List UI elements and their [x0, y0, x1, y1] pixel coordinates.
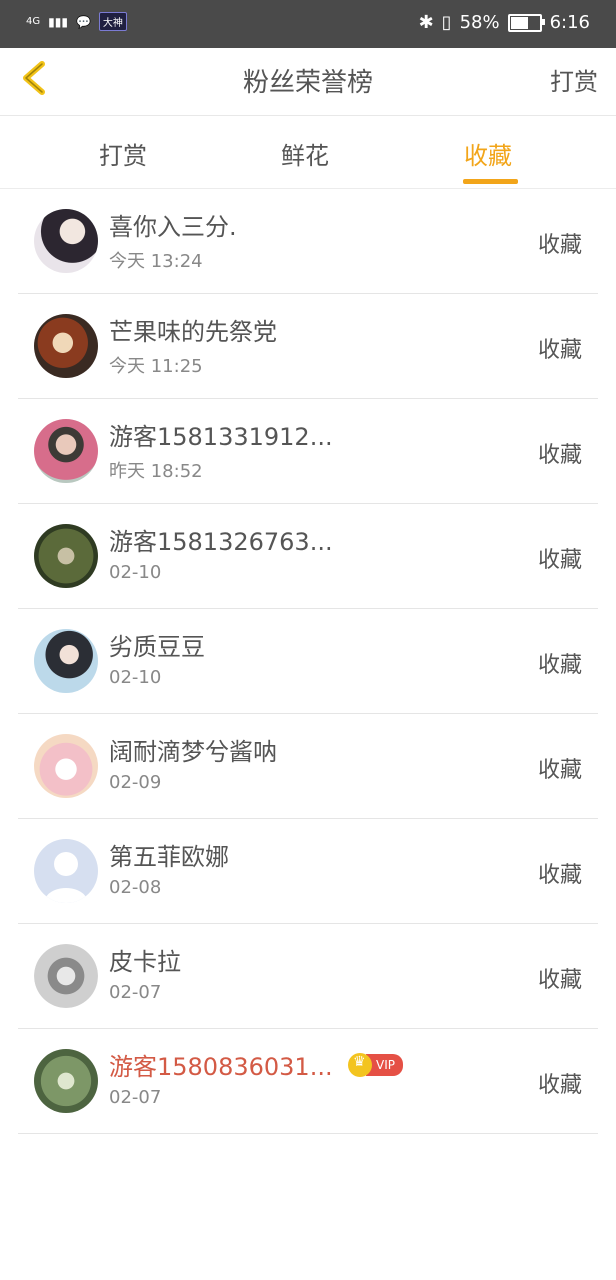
avatar [34, 419, 98, 483]
clock: 6:16 [549, 12, 590, 33]
action-label: 收藏 [537, 758, 582, 783]
crown-icon [348, 1053, 372, 1077]
action-label: 收藏 [537, 1073, 582, 1098]
list-item[interactable]: 游客1580836031... VIP 02-07 收藏 [18, 1029, 598, 1134]
battery-percent: 58% [459, 12, 500, 33]
status-bar: 4G ▮▮▮ 💬 大神 ✱ ▯ 58% 6:16 [0, 0, 616, 48]
timestamp: 今天 11:25 [109, 356, 203, 377]
avatar [34, 314, 98, 378]
battery-icon [507, 13, 545, 32]
vip-badge: VIP [348, 1053, 403, 1077]
user-name: 芒果味的先祭党 [109, 318, 277, 346]
action-label: 收藏 [537, 548, 582, 573]
bluetooth-icon: ✱ [418, 12, 434, 33]
action-label: 收藏 [537, 233, 582, 258]
avatar [34, 944, 98, 1008]
action-label: 收藏 [537, 968, 582, 993]
avatar [34, 629, 98, 693]
timestamp: 02-07 [109, 982, 162, 1003]
active-tab-indicator [463, 179, 518, 184]
list-item[interactable]: 喜你入三分. 今天 13:24 收藏 [18, 189, 598, 294]
avatar [34, 734, 98, 798]
tab-bar: 打赏 鲜花 收藏 [0, 116, 616, 189]
tab-favorites[interactable]: 收藏 [464, 136, 512, 171]
timestamp: 02-10 [109, 667, 162, 688]
avatar [34, 524, 98, 588]
timestamp: 02-08 [109, 877, 162, 898]
user-name: 游客1581326763... [109, 528, 333, 556]
action-label: 收藏 [537, 653, 582, 678]
fans-list: 喜你入三分. 今天 13:24 收藏 芒果味的先祭党 今天 11:25 收藏 游… [18, 189, 598, 1134]
app-badge: 大神 [98, 12, 127, 31]
tab-flowers[interactable]: 鲜花 [281, 136, 329, 171]
user-name: 劣质豆豆 [109, 633, 205, 661]
user-name: 游客1581331912... [109, 423, 333, 451]
tab-reward[interactable]: 打赏 [99, 136, 147, 171]
avatar [34, 839, 98, 903]
page-title: 粉丝荣誉榜 [242, 68, 373, 98]
list-item[interactable]: 皮卡拉 02-07 收藏 [18, 924, 598, 1029]
network-indicator: 4G [26, 16, 41, 27]
user-name: 游客1580836031... [109, 1053, 333, 1081]
action-label: 收藏 [537, 338, 582, 363]
reward-button[interactable]: 打赏 [550, 62, 598, 97]
action-label: 收藏 [537, 863, 582, 888]
status-right: ✱ ▯ 58% 6:16 [419, 12, 590, 33]
list-item[interactable]: 第五菲欧娜 02-08 收藏 [18, 819, 598, 924]
vibrate-icon: ▯ [441, 12, 452, 33]
timestamp: 02-07 [109, 1087, 162, 1108]
user-name: 喜你入三分. [109, 213, 237, 241]
list-item[interactable]: 阔耐滴梦兮酱呐 02-09 收藏 [18, 714, 598, 819]
action-label: 收藏 [537, 443, 582, 468]
app-header: 粉丝荣誉榜 打赏 [0, 48, 616, 116]
timestamp: 今天 13:24 [109, 251, 203, 272]
user-name: 第五菲欧娜 [109, 843, 229, 871]
list-item[interactable]: 芒果味的先祭党 今天 11:25 收藏 [18, 294, 598, 399]
avatar [34, 209, 98, 273]
user-name: 皮卡拉 [109, 948, 181, 976]
user-name: 阔耐滴梦兮酱呐 [109, 738, 277, 766]
list-item[interactable]: 游客1581331912... 昨天 18:52 收藏 [18, 399, 598, 504]
list-item[interactable]: 劣质豆豆 02-10 收藏 [18, 609, 598, 714]
timestamp: 02-09 [109, 772, 162, 793]
list-item[interactable]: 游客1581326763... 02-10 收藏 [18, 504, 598, 609]
timestamp: 02-10 [109, 562, 162, 583]
signal-icon: ▮▮▮ [48, 14, 68, 29]
timestamp: 昨天 18:52 [109, 461, 203, 482]
chat-bubble-icon: 💬 [75, 14, 91, 29]
battery-fill [510, 16, 528, 29]
avatar [34, 1049, 98, 1113]
default-avatar-icon [44, 852, 88, 903]
status-left: 4G ▮▮▮ 💬 大神 [26, 12, 127, 31]
